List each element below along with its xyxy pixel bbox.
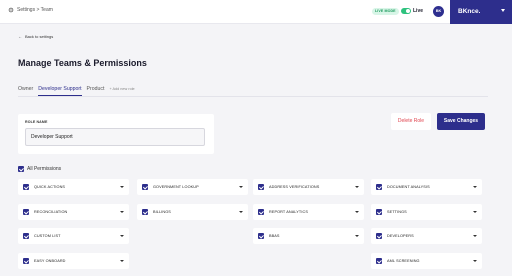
permission-label: RECONCILIATION	[34, 210, 68, 214]
permission-report-analytics[interactable]: REPORT ANALYTICS	[253, 204, 364, 220]
add-role-button[interactable]: + Add new role	[109, 86, 134, 96]
live-toggle[interactable]	[401, 8, 411, 14]
permission-label: SETTINGS	[387, 210, 407, 214]
tab-owner[interactable]: Owner	[18, 86, 33, 96]
top-bar: Settings > Team LIVE MODE Live BK BKnce.	[0, 0, 512, 24]
chevron-down-icon[interactable]	[120, 211, 124, 213]
permission-label: DEVELOPERS	[387, 234, 414, 238]
tabs-divider	[18, 96, 488, 97]
live-label: Live	[413, 8, 424, 14]
checkbox-checked-icon	[258, 209, 264, 215]
permission-easy-onboard[interactable]: EASY ONBOARD	[18, 253, 129, 269]
permission-aml-screening[interactable]: AML SCREENING	[371, 253, 482, 269]
tab-developer-support[interactable]: Developer Support	[38, 86, 82, 96]
live-mode-badge: LIVE MODE	[372, 8, 399, 15]
permission-label: REPORT ANALYTICS	[269, 210, 308, 214]
page-title: Manage Teams & Permissions	[18, 58, 147, 68]
permission-label: AML SCREENING	[387, 259, 420, 263]
avatar[interactable]: BK	[433, 6, 444, 17]
permission-developers[interactable]: DEVELOPERS	[371, 228, 482, 244]
permission-custom-list[interactable]: CUSTOM LIST	[18, 228, 129, 244]
breadcrumb-text[interactable]: Settings > Team	[17, 7, 53, 13]
permission-government-lookup[interactable]: GOVERNMENT LOOKUP	[137, 179, 248, 195]
gear-icon	[8, 7, 14, 13]
checkbox-checked-icon	[258, 184, 264, 190]
permission-label: EASY ONBOARD	[34, 259, 66, 263]
role-card: ROLE NAME Developer Support	[18, 114, 214, 154]
role-name-label: ROLE NAME	[25, 120, 48, 124]
permission-settings[interactable]: SETTINGS	[371, 204, 482, 220]
chevron-down-icon[interactable]	[355, 211, 359, 213]
all-permissions-label: All Permissions	[27, 166, 62, 172]
permission-label: GOVERNMENT LOOKUP	[153, 185, 199, 189]
checkbox-checked-icon	[23, 233, 29, 239]
chevron-down-icon[interactable]	[120, 186, 124, 188]
permission-label: ADDRESS VERIFICATIONS	[269, 185, 320, 189]
chevron-down-icon[interactable]	[120, 260, 124, 262]
chevron-down-icon[interactable]	[473, 235, 477, 237]
tab-product[interactable]: Product	[87, 86, 105, 96]
checkbox-checked-icon	[18, 166, 24, 172]
permission-billings[interactable]: BILLINGS	[137, 204, 248, 220]
permission-quick-actions[interactable]: QUICK ACTIONS	[18, 179, 129, 195]
chevron-down-icon[interactable]	[473, 260, 477, 262]
chevron-down-icon[interactable]	[473, 186, 477, 188]
arrow-left-icon: ←	[18, 34, 22, 39]
role-name-input[interactable]: Developer Support	[25, 128, 205, 146]
all-permissions-checkbox[interactable]: All Permissions	[18, 166, 61, 172]
chevron-down-icon[interactable]	[355, 186, 359, 188]
checkbox-checked-icon	[23, 258, 29, 264]
breadcrumb: Settings > Team	[8, 7, 53, 13]
chevron-down-icon[interactable]	[120, 235, 124, 237]
save-changes-button[interactable]: Save Changes	[437, 113, 485, 130]
permission-bbas[interactable]: BBAS	[253, 228, 364, 244]
checkbox-checked-icon	[23, 184, 29, 190]
role-tabs: Owner Developer Support Product + Add ne…	[18, 86, 140, 96]
chevron-down-icon[interactable]	[355, 235, 359, 237]
brand-menu[interactable]: BKnce.	[450, 0, 512, 24]
checkbox-checked-icon	[376, 184, 382, 190]
permission-label: BILLINGS	[153, 210, 171, 214]
checkbox-checked-icon	[376, 258, 382, 264]
brand-name: BKnce.	[458, 8, 481, 15]
chevron-down-icon[interactable]	[473, 211, 477, 213]
checkbox-checked-icon	[142, 184, 148, 190]
chevron-down-icon[interactable]	[239, 186, 243, 188]
checkbox-checked-icon	[23, 209, 29, 215]
permission-label: DOCUMENT ANALYSIS	[387, 185, 430, 189]
permission-label: BBAS	[269, 234, 280, 238]
delete-role-button[interactable]: Delete Role	[391, 113, 431, 130]
chevron-down-icon	[501, 9, 505, 12]
checkbox-checked-icon	[376, 209, 382, 215]
back-link-label: Back to settings	[25, 34, 54, 39]
permission-label: CUSTOM LIST	[34, 234, 61, 238]
checkbox-checked-icon	[376, 233, 382, 239]
back-link[interactable]: ← Back to settings	[18, 34, 53, 39]
permission-document-analysis[interactable]: DOCUMENT ANALYSIS	[371, 179, 482, 195]
chevron-down-icon[interactable]	[239, 211, 243, 213]
permission-reconciliation[interactable]: RECONCILIATION	[18, 204, 129, 220]
permission-address-verifications[interactable]: ADDRESS VERIFICATIONS	[253, 179, 364, 195]
permission-label: QUICK ACTIONS	[34, 185, 66, 189]
checkbox-checked-icon	[258, 233, 264, 239]
checkbox-checked-icon	[142, 209, 148, 215]
